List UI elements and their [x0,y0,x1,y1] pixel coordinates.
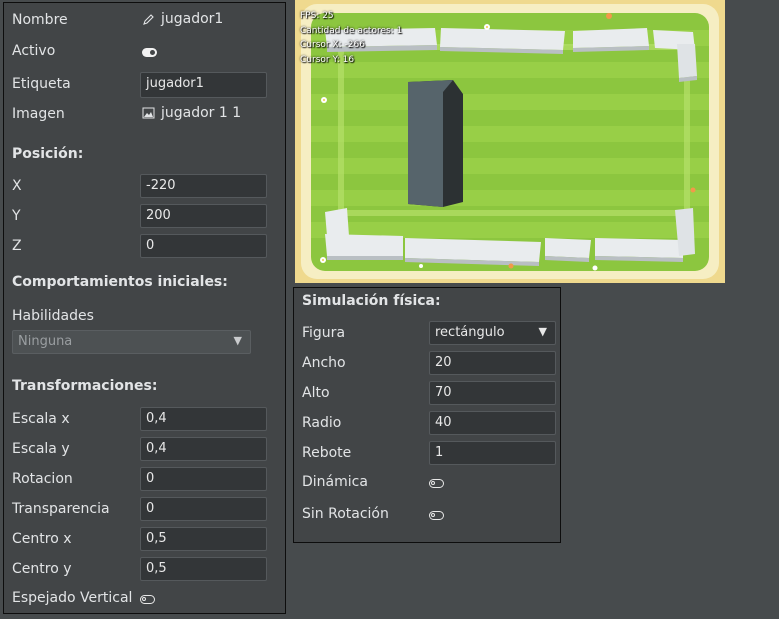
escala-y-label: Escala y [12,441,70,457]
espejado-toggle[interactable] [140,595,155,604]
debug-hud: FPS: 25 Cantidad de actores: 1 Cursor X:… [300,9,402,67]
rotacion-input[interactable]: 0 [140,467,267,491]
rotacion-label: Rotacion [12,471,73,487]
y-label: Y [12,208,21,224]
alto-label: Alto [302,385,330,401]
x-row: X -220 [4,174,285,200]
imagen-label: Imagen [12,106,65,122]
etiqueta-label: Etiqueta [12,76,71,92]
figura-value: rectángulo [435,325,505,340]
transparencia-label: Transparencia [12,501,110,517]
sin-rotacion-label: Sin Rotación [302,506,389,522]
escala-x-input[interactable]: 0,4 [140,407,267,431]
centro-x-row: Centro x 0,5 [4,527,285,553]
espejado-label: Espejado Vertical [12,590,133,606]
figura-select[interactable]: rectángulo ▼ [429,321,556,345]
habilidades-select[interactable]: Ninguna ▼ [12,330,251,354]
habilidades-label: Habilidades [12,308,94,324]
alto-input[interactable]: 70 [429,381,556,405]
posicion-heading: Posición: [12,146,84,162]
cursor-x-readout: Cursor X: -266 [300,40,365,50]
etiqueta-row: Etiqueta jugador1 [4,72,285,98]
transformaciones-heading: Transformaciones: [12,378,158,394]
figura-row: Figura rectángulo ▼ [294,321,560,347]
game-canvas[interactable]: FPS: 25 Cantidad de actores: 1 Cursor X:… [295,0,725,283]
imagen-selector[interactable]: jugador 1 1 [142,105,241,121]
dinamica-toggle[interactable] [429,479,444,488]
sin-rotacion-toggle[interactable] [429,511,444,520]
escala-x-row: Escala x 0,4 [4,407,285,433]
escala-y-row: Escala y 0,4 [4,437,285,463]
centro-y-row: Centro y 0,5 [4,557,285,583]
radio-input[interactable]: 40 [429,411,556,435]
comportamientos-heading: Comportamientos iniciales: [12,274,228,290]
imagen-value: jugador 1 1 [161,105,242,121]
rebote-label: Rebote [302,445,352,461]
alto-row: Alto 70 [294,381,560,407]
dinamica-row: Dinámica [294,470,560,496]
transparencia-input[interactable]: 0 [140,497,267,521]
nombre-label: Nombre [12,12,68,28]
activo-row: Activo [4,39,285,65]
rebote-row: Rebote 1 [294,441,560,467]
x-label: X [12,178,22,194]
habilidades-value: Ninguna [18,334,73,349]
pencil-icon [143,13,154,25]
centro-y-label: Centro y [12,561,72,577]
figura-label: Figura [302,325,346,341]
actor-properties-panel: Nombre jugador1 Activo Etiqueta jugador1… [3,2,286,614]
espejado-row: Espejado Vertical [4,586,285,612]
transparencia-row: Transparencia 0 [4,497,285,523]
nombre-value: jugador1 [161,11,224,27]
escala-x-label: Escala x [12,411,70,427]
actor-count-readout: Cantidad de actores: 1 [300,25,403,36]
nombre-row: Nombre jugador1 [4,8,285,34]
y-row: Y 200 [4,204,285,230]
z-row: Z 0 [4,234,285,260]
simulacion-heading: Simulación física: [302,293,441,309]
escala-y-input[interactable]: 0,4 [140,437,267,461]
habilidades-row: Habilidades [4,304,285,330]
activo-toggle[interactable] [142,48,157,57]
physics-panel: Simulación física: Figura rectángulo ▼ A… [293,287,561,543]
activo-label: Activo [12,43,56,59]
radio-row: Radio 40 [294,411,560,437]
centro-x-label: Centro x [12,531,72,547]
dinamica-label: Dinámica [302,474,368,490]
ancho-input[interactable]: 20 [429,351,556,375]
sin-rotacion-row: Sin Rotación [294,502,560,528]
rebote-input[interactable]: 1 [429,441,556,465]
x-input[interactable]: -220 [140,174,267,198]
chevron-down-icon: ▼ [233,334,242,347]
centro-x-input[interactable]: 0,5 [140,527,267,551]
imagen-row: Imagen jugador 1 1 [4,102,285,128]
y-input[interactable]: 200 [140,204,267,228]
etiqueta-input[interactable]: jugador1 [140,72,267,98]
chevron-down-icon: ▼ [538,325,547,338]
nombre-value-editable[interactable]: jugador1 [142,11,223,27]
centro-y-input[interactable]: 0,5 [140,557,267,581]
cursor-y-readout: Cursor Y: 16 [300,54,355,65]
rotacion-row: Rotacion 0 [4,467,285,493]
z-input[interactable]: 0 [140,234,267,258]
ancho-row: Ancho 20 [294,351,560,377]
z-label: Z [12,238,22,254]
radio-label: Radio [302,415,342,431]
fps-readout: FPS: 25 [300,11,334,21]
image-icon [142,107,155,119]
player-actor[interactable] [408,80,463,207]
ancho-label: Ancho [302,355,346,371]
